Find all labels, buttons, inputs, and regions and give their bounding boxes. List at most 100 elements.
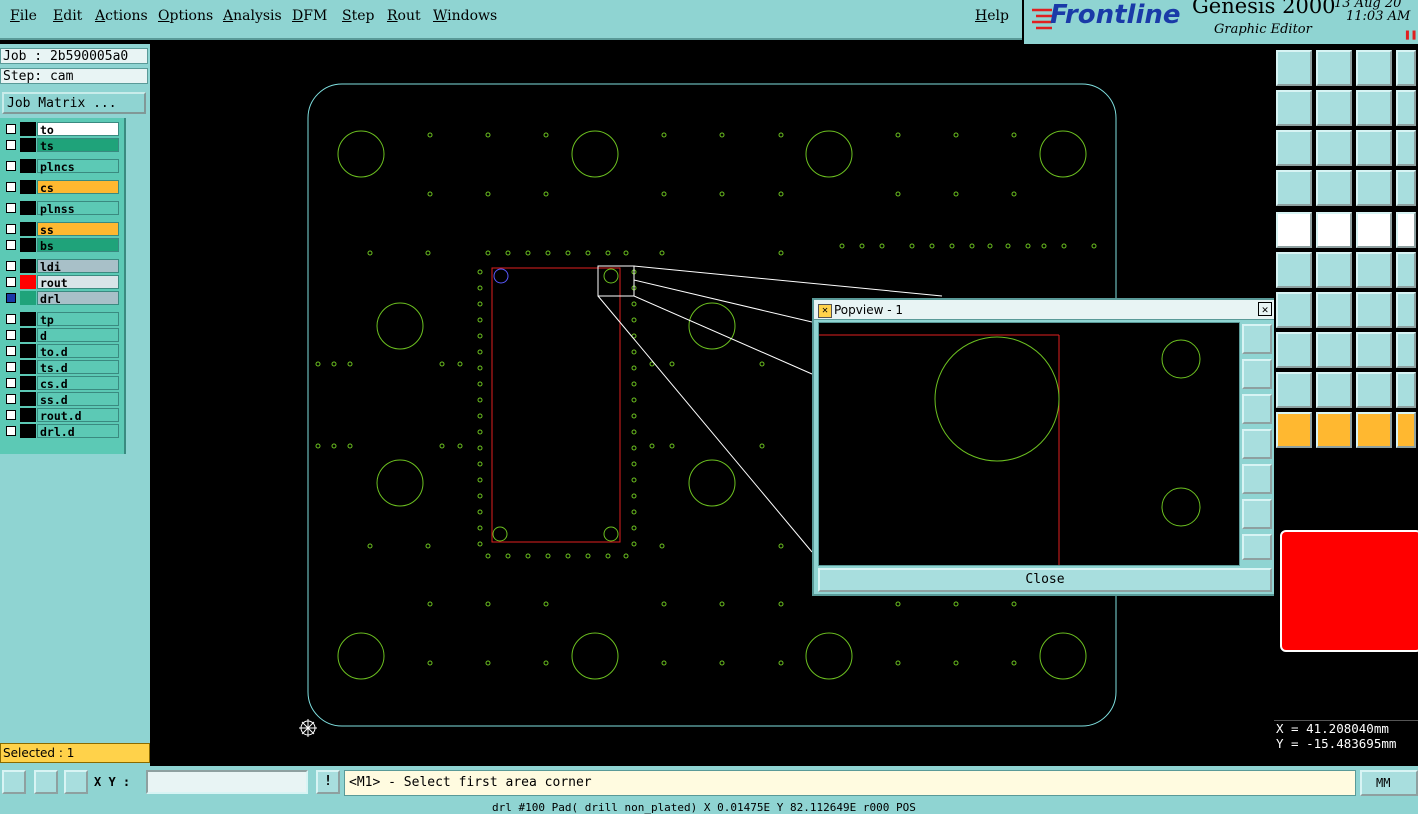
layer-checkbox[interactable] [6, 346, 16, 356]
layer-row-ts-d[interactable]: ts.d [2, 360, 120, 375]
layer-name[interactable]: drl.d [37, 424, 119, 439]
layer-row-plncs[interactable]: plncs [2, 159, 120, 174]
layer-color-swatch[interactable] [20, 392, 36, 406]
menu-actions[interactable]: Actions [95, 8, 148, 24]
add-pad-button[interactable] [1276, 212, 1312, 248]
select-outside-button[interactable] [1356, 412, 1392, 448]
extend-button[interactable] [1396, 252, 1416, 288]
popview-zoom-out-button[interactable] [1242, 499, 1272, 529]
layer-name[interactable]: ts.d [37, 360, 119, 375]
layer-checkbox[interactable] [6, 426, 16, 436]
menu-dfm[interactable]: DFM [292, 8, 327, 24]
popview-pan-down-button[interactable] [1242, 394, 1272, 424]
zoom-out-button[interactable] [1316, 50, 1352, 86]
menu-rout[interactable]: Rout [387, 8, 421, 24]
cross-button[interactable] [1396, 372, 1416, 408]
menu-edit[interactable]: Edit [53, 8, 82, 24]
layer-checkbox[interactable] [6, 330, 16, 340]
split-button[interactable] [1276, 332, 1312, 368]
layer-name[interactable]: ldi [37, 259, 119, 274]
layer-name[interactable]: cs [37, 180, 119, 195]
zoom-in-button[interactable] [1276, 50, 1312, 86]
snap-line-button[interactable] [1276, 292, 1312, 328]
center-snap-button[interactable] [1356, 332, 1392, 368]
menu-options[interactable]: Options [158, 8, 213, 24]
measure-mode-button[interactable] [34, 770, 58, 794]
add-line-button[interactable] [1316, 212, 1352, 248]
layer-color-swatch[interactable] [20, 344, 36, 358]
layer-row-ts[interactable]: ts [2, 138, 120, 153]
add-circle-button[interactable] [1396, 212, 1416, 248]
popview-zoom-in-button[interactable] [1242, 534, 1272, 560]
layer-checkbox[interactable] [6, 124, 16, 134]
cut-button[interactable] [1316, 332, 1352, 368]
layer-color-swatch[interactable] [20, 312, 36, 326]
xy-input[interactable] [146, 770, 308, 794]
job-matrix-button[interactable]: Job Matrix ... [2, 92, 146, 114]
layer-checkbox[interactable] [6, 182, 16, 192]
layer-checkbox[interactable] [6, 161, 16, 171]
pan-right-button[interactable] [1316, 90, 1352, 126]
layer-name[interactable]: cs.d [37, 376, 119, 391]
align-button[interactable] [1396, 292, 1416, 328]
popview-zoom-home-button[interactable] [1242, 324, 1272, 354]
layer-name[interactable]: plncs [37, 159, 119, 174]
layer-checkbox[interactable] [6, 410, 16, 420]
layer-toggle-button[interactable] [1356, 170, 1392, 206]
ruler-button[interactable] [1356, 212, 1392, 248]
layer-row-rout-d[interactable]: rout.d [2, 408, 120, 423]
layer-checkbox[interactable] [6, 140, 16, 150]
alert-button[interactable]: ! [316, 770, 340, 794]
layer-name[interactable]: to [37, 122, 119, 137]
select-button[interactable] [1276, 412, 1312, 448]
layer-name[interactable]: d [37, 328, 119, 343]
route-button[interactable] [1396, 170, 1416, 206]
grid-button[interactable] [1316, 170, 1352, 206]
layer-checkbox[interactable] [6, 314, 16, 324]
layer-checkbox[interactable] [6, 203, 16, 213]
layer-checkbox[interactable] [6, 224, 16, 234]
popview-pan-up-button[interactable] [1242, 359, 1272, 389]
layer-row-ldi[interactable]: ldi [2, 259, 120, 274]
snap-mode-button[interactable] [2, 770, 26, 794]
layer-name[interactable]: ts [37, 138, 119, 153]
layer-checkbox[interactable] [6, 362, 16, 372]
move-button[interactable] [1356, 252, 1392, 288]
layer-row-drl-d[interactable]: drl.d [2, 424, 120, 439]
select-inside-button[interactable] [1316, 412, 1352, 448]
scale-1-2-button[interactable] [1356, 130, 1392, 166]
layer-color-swatch[interactable] [20, 180, 36, 194]
popview-canvas[interactable] [818, 322, 1240, 566]
delete-button[interactable] [1316, 252, 1352, 288]
layer-checkbox[interactable] [6, 394, 16, 404]
layer-color-swatch[interactable] [20, 122, 36, 136]
arc-button[interactable] [1356, 292, 1392, 328]
undo-view-button[interactable] [1356, 90, 1392, 126]
offset-button[interactable] [1276, 372, 1312, 408]
layer-color-swatch[interactable] [20, 376, 36, 390]
layer-color-swatch[interactable] [20, 238, 36, 252]
measure-button[interactable] [1396, 332, 1416, 368]
menu-help[interactable]: Help [975, 8, 1009, 24]
layer-name[interactable]: plnss [37, 201, 119, 216]
grid-mode-button[interactable] [64, 770, 88, 794]
layer-name[interactable]: rout [37, 275, 119, 290]
layer-name[interactable]: drl [37, 291, 119, 306]
layer-color-swatch[interactable] [20, 138, 36, 152]
layer-row-tp[interactable]: tp [2, 312, 120, 327]
connect-button[interactable] [1276, 252, 1312, 288]
popview-pan-left-button[interactable] [1242, 429, 1272, 459]
layer-color-swatch[interactable] [20, 201, 36, 215]
redo-view-button[interactable] [1396, 90, 1416, 126]
layer-color-swatch[interactable] [20, 222, 36, 236]
popview-pan-right-button[interactable] [1242, 464, 1272, 494]
help-button[interactable] [1396, 130, 1416, 166]
layer-name[interactable]: bs [37, 238, 119, 253]
layer-color-swatch[interactable] [20, 360, 36, 374]
layer-row-plnss[interactable]: plnss [2, 201, 120, 216]
popview-close-button[interactable]: Close [818, 568, 1272, 592]
layer-checkbox[interactable] [6, 378, 16, 388]
settings-button[interactable] [1276, 170, 1312, 206]
fit-all-button[interactable] [1276, 130, 1312, 166]
unit-toggle-button[interactable]: MM [1360, 770, 1418, 796]
